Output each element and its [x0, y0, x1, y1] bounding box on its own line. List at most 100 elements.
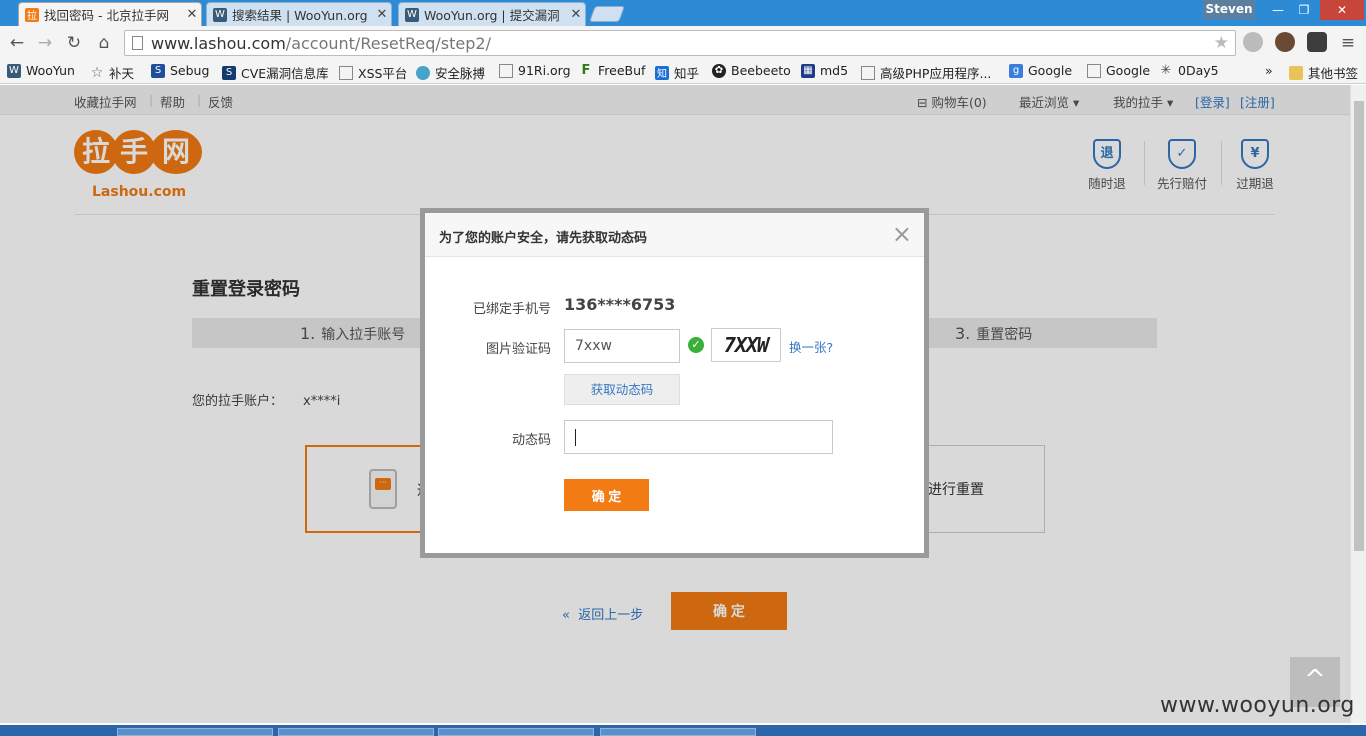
- bookmark-item[interactable]: ✳ 0Day5: [1159, 63, 1219, 78]
- tab-lashou[interactable]: 拉 找回密码 - 北京拉手网 ✕: [18, 2, 202, 26]
- wooyun-icon: W: [405, 7, 419, 22]
- bookmark-item[interactable]: 91Ri.org: [499, 63, 571, 78]
- tab-title: 搜索结果 | WooYun.org: [232, 8, 368, 23]
- bookmark-item[interactable]: F FreeBuf: [579, 63, 646, 78]
- menu-icon[interactable]: ≡: [1337, 32, 1359, 54]
- bookmark-item[interactable]: XSS平台: [339, 63, 407, 82]
- page-content: 收藏拉手网 | 帮助 | 反馈 ⊟ 购物车(0) 最近浏览 ▾ 我的拉手 ▾ […: [0, 85, 1350, 723]
- page-scrollbar[interactable]: [1350, 85, 1366, 723]
- forward-arrow-icon[interactable]: →: [34, 32, 56, 54]
- bookmark-label: XSS平台: [358, 66, 408, 81]
- page-icon: [132, 36, 143, 50]
- extension-spy-icon[interactable]: [1275, 32, 1295, 52]
- bookmark-label: FreeBuf: [598, 63, 646, 78]
- taskbar-button[interactable]: [600, 728, 756, 736]
- bookmark-label: Google: [1106, 63, 1151, 78]
- close-icon[interactable]: ✕: [373, 7, 391, 22]
- tab-title: 找回密码 - 北京拉手网: [44, 8, 169, 23]
- phone-label: 已绑定手机号: [472, 302, 551, 317]
- bookmark-label: Google: [1028, 63, 1073, 78]
- url-host: www.lashou.com: [151, 34, 286, 53]
- reload-icon[interactable]: ↻: [63, 32, 85, 54]
- bookmark-label: Beebeeto: [731, 63, 791, 78]
- wooyun-icon: W: [213, 7, 227, 22]
- bookmark-star-icon[interactable]: ★: [1214, 33, 1229, 53]
- watermark: www.wooyun.org: [1160, 693, 1355, 718]
- text-caret: [575, 429, 576, 446]
- star-icon: ☆: [90, 64, 104, 81]
- tab-title: WooYun.org | 提交漏洞: [424, 8, 560, 23]
- new-tab-button[interactable]: [589, 6, 625, 22]
- page-icon: [1087, 63, 1101, 78]
- bookmark-label: 其他书签: [1308, 66, 1359, 81]
- taskbar-button[interactable]: [117, 728, 273, 736]
- scrollbar-thumb[interactable]: [1354, 101, 1364, 551]
- close-icon[interactable]: ✕: [183, 7, 201, 22]
- bookmark-item[interactable]: ▦ md5: [801, 63, 848, 78]
- bookmark-label: 高级PHP应用程序...: [880, 66, 992, 81]
- 0day5-icon: ✳: [1160, 63, 1172, 78]
- folder-icon: [1289, 65, 1303, 80]
- other-bookmarks-folder[interactable]: 其他书签: [1289, 63, 1358, 82]
- tab-wooyun-search[interactable]: W 搜索结果 | WooYun.org ✕: [206, 2, 392, 26]
- refresh-captcha-link[interactable]: 换一张?: [789, 337, 833, 356]
- captcha-label: 图片验证码: [485, 342, 551, 357]
- bookmark-item[interactable]: 高级PHP应用程序...: [861, 63, 991, 82]
- bookmark-item[interactable]: Google: [1087, 63, 1150, 78]
- bookmark-label: 安全脉搏: [435, 66, 486, 81]
- lashou-icon: 拉: [25, 7, 39, 22]
- bookmark-item[interactable]: 知知乎: [655, 63, 699, 82]
- md5-icon: ▦: [801, 63, 815, 78]
- zhihu-icon: 知: [655, 65, 669, 80]
- bookmark-item[interactable]: ✿ Beebeeto: [712, 63, 791, 78]
- dialog-header: 为了您的账户安全，请先获取动态码 ×: [425, 213, 924, 257]
- bookmark-item[interactable]: 安全脉搏: [416, 63, 485, 82]
- close-icon[interactable]: ✕: [567, 7, 585, 22]
- page-icon: [339, 65, 353, 80]
- bookmark-label: CVE漏洞信息库: [241, 66, 329, 81]
- bookmarks-bar: W WooYun ☆ 补天 S Sebug S CVE漏洞信息库 XSS平台 安全脉搏 …: [0, 60, 1366, 84]
- captcha-image[interactable]: 7XXW: [711, 328, 781, 362]
- dialog-title: 为了您的账户安全，请先获取动态码: [439, 231, 648, 246]
- bookmark-label: 知乎: [674, 66, 700, 81]
- freebuf-icon: F: [581, 63, 591, 78]
- bookmark-label: 补天: [109, 66, 135, 81]
- home-icon[interactable]: ⌂: [93, 32, 115, 54]
- get-dynamic-code-button[interactable]: 获取动态码: [564, 374, 680, 405]
- page-icon: [499, 63, 513, 78]
- page-icon: [861, 65, 875, 80]
- taskbar-button[interactable]: [278, 728, 434, 736]
- close-icon[interactable]: ×: [892, 221, 912, 247]
- taskbar-button[interactable]: [438, 728, 594, 736]
- tab-wooyun-submit[interactable]: W WooYun.org | 提交漏洞 ✕: [398, 2, 586, 26]
- dynamic-code-input[interactable]: [564, 420, 833, 454]
- back-arrow-icon[interactable]: ←: [6, 32, 28, 54]
- captcha-input[interactable]: [564, 329, 680, 363]
- extension-globe-icon[interactable]: [1243, 32, 1263, 52]
- restore-icon[interactable]: ❐: [1291, 0, 1317, 20]
- wooyun-icon: W: [7, 63, 21, 78]
- browser-user[interactable]: Steven: [1203, 0, 1255, 19]
- dynamic-code-dialog: 为了您的账户安全，请先获取动态码 × 已绑定手机号 136****6753 图片…: [420, 208, 929, 558]
- browser-tabstrip: 拉 找回密码 - 北京拉手网 ✕ W 搜索结果 | WooYun.org ✕ W…: [0, 0, 1366, 26]
- address-bar[interactable]: www.lashou.com/account/ResetReq/step2/ ★: [124, 30, 1236, 56]
- beebeeto-icon: ✿: [712, 63, 726, 78]
- window-close-icon[interactable]: ✕: [1320, 0, 1364, 20]
- minimize-icon[interactable]: —: [1265, 0, 1291, 20]
- dialog-confirm-button[interactable]: 确 定: [564, 479, 649, 511]
- bookmark-item[interactable]: S CVE漏洞信息库: [222, 63, 329, 82]
- bookmark-item[interactable]: ☆ 补天: [90, 63, 134, 82]
- bookmark-label: Sebug: [170, 63, 210, 78]
- bookmark-item[interactable]: W WooYun: [7, 63, 75, 78]
- bookmark-label: md5: [820, 63, 849, 78]
- url-path: /account/ResetReq/step2/: [285, 34, 491, 53]
- bookmark-item[interactable]: g Google: [1009, 63, 1072, 78]
- bookmark-item[interactable]: S Sebug: [151, 63, 209, 78]
- sebug-icon: S: [151, 63, 165, 78]
- extension-pocket-icon[interactable]: [1307, 32, 1327, 52]
- google-icon: g: [1009, 63, 1023, 78]
- chevron-up-icon: ^: [1304, 665, 1326, 695]
- url-text: www.lashou.com/account/ResetReq/step2/: [151, 34, 491, 53]
- more-bookmarks-button[interactable]: »: [1265, 63, 1273, 78]
- cloud-icon: [416, 65, 430, 80]
